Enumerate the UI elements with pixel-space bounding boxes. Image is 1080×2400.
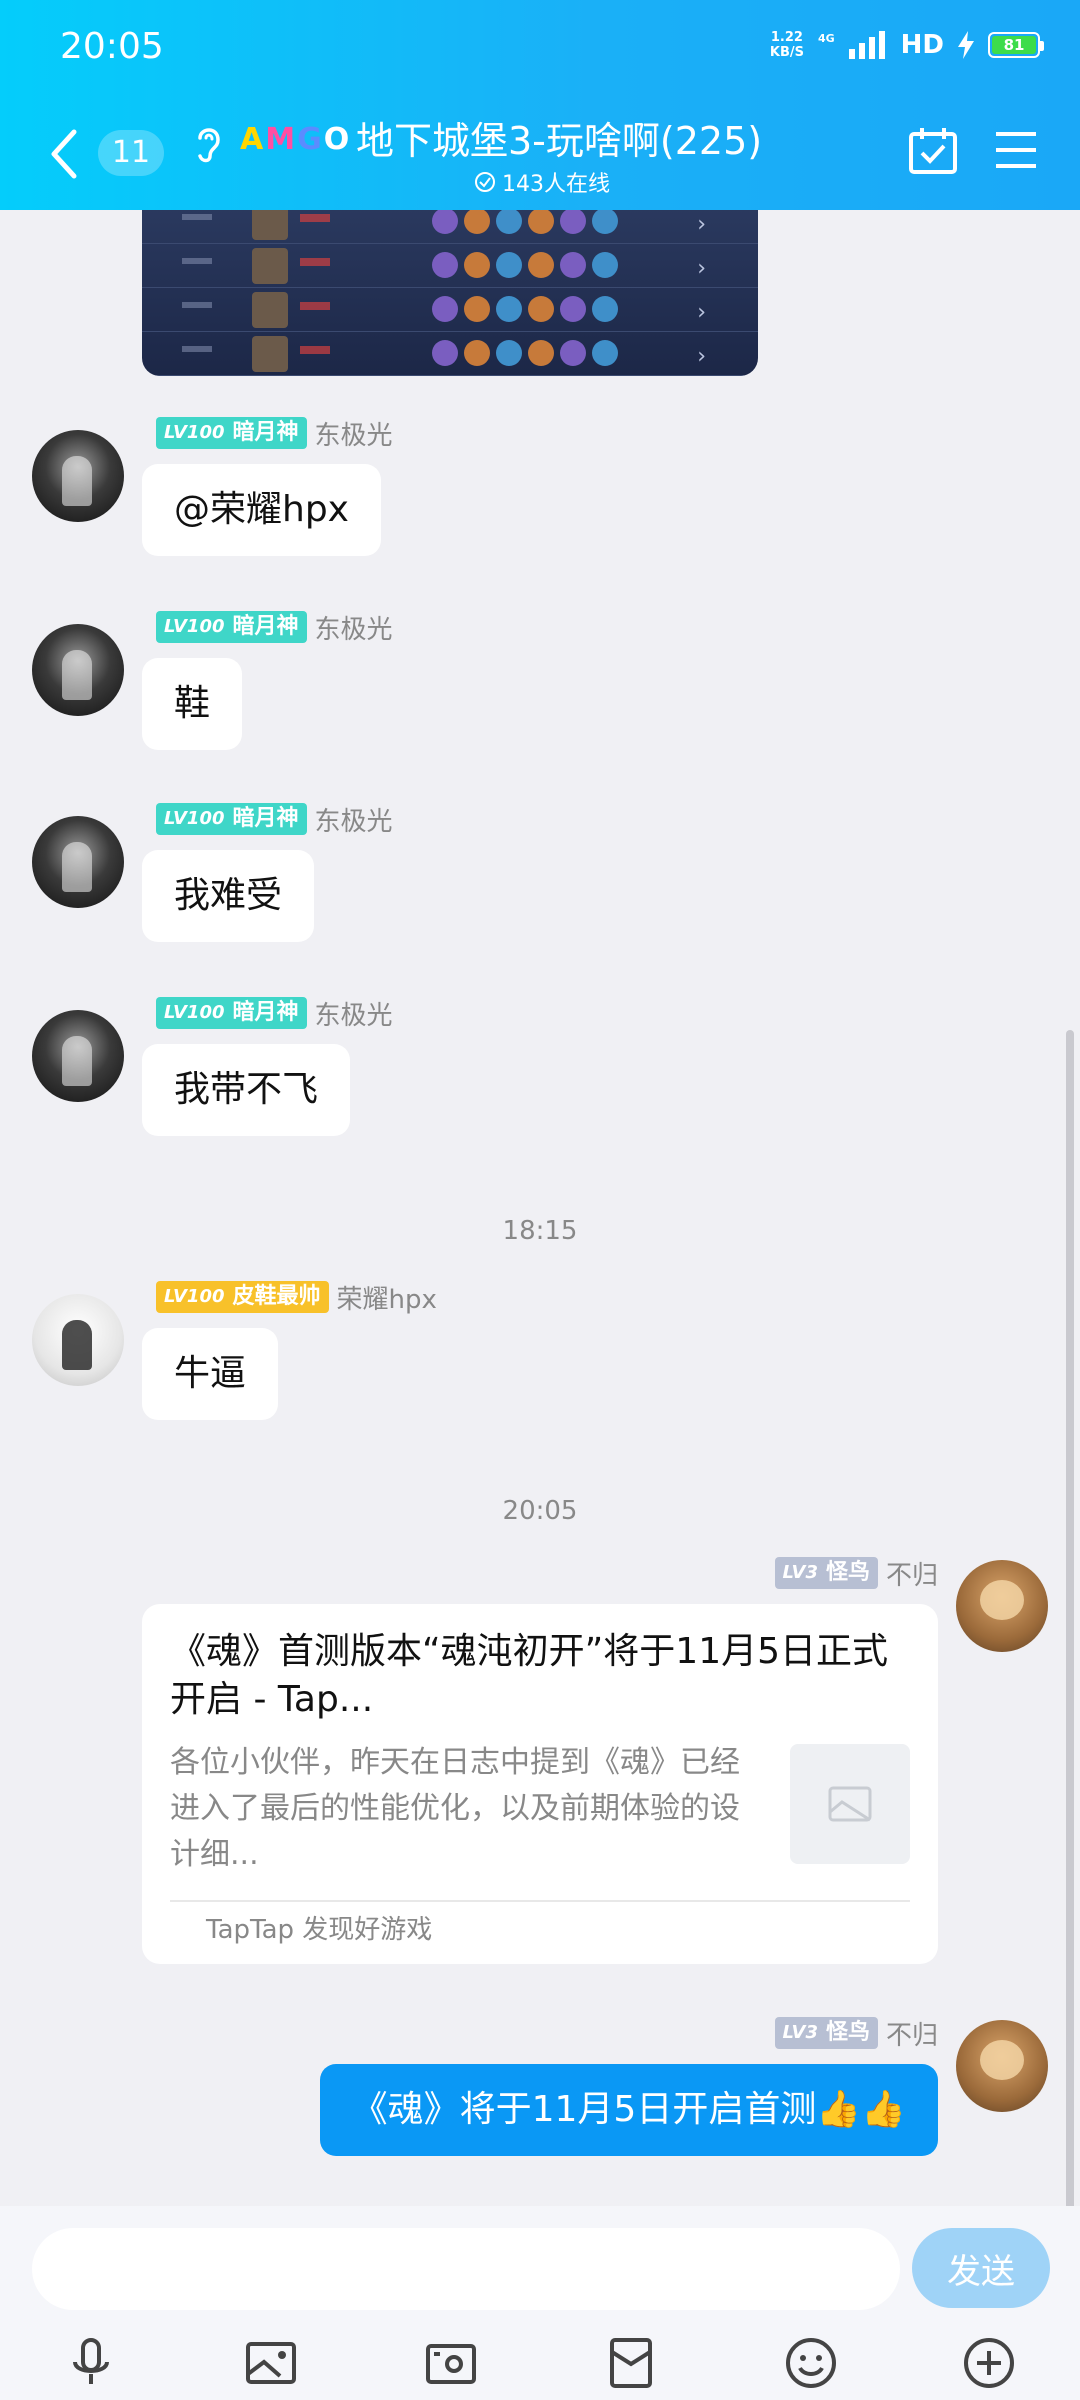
avatar[interactable] — [32, 430, 124, 522]
avatar[interactable] — [956, 1560, 1048, 1652]
divider — [170, 1900, 910, 1902]
timestamp-separator: 18:15 — [502, 1216, 578, 1246]
camera-icon[interactable] — [424, 2336, 478, 2390]
hd-indicator: HD — [900, 30, 944, 60]
input-bar: 发送 — [0, 2206, 1080, 2400]
message-input[interactable] — [32, 2228, 900, 2310]
charging-icon — [958, 31, 974, 59]
sender-meta: LV100 暗月神 东极光 — [156, 995, 393, 1032]
avatar[interactable] — [32, 1294, 124, 1386]
sender-meta: LV3 怪鸟 不归 — [774, 1555, 938, 1592]
battery-icon: 81 — [988, 32, 1044, 58]
level-badge: LV100 皮鞋最帅 — [156, 1281, 329, 1313]
input-toolbar — [0, 2336, 1080, 2396]
timestamp-separator: 20:05 — [502, 1496, 578, 1526]
sender-name[interactable]: 东极光 — [315, 609, 393, 646]
sender-meta: LV100 暗月神 东极光 — [156, 609, 393, 646]
level-badge: LV100 暗月神 — [156, 803, 307, 835]
check-circle-icon — [475, 172, 495, 192]
ear-icon[interactable] — [190, 120, 226, 164]
shared-image-message[interactable]: › › › › — [142, 210, 758, 376]
network-type: 4G — [817, 32, 835, 45]
avatar[interactable] — [32, 816, 124, 908]
message-bubble[interactable]: 牛逼 — [142, 1328, 279, 1420]
status-time: 20:05 — [60, 26, 164, 67]
signal-icon — [848, 31, 885, 59]
microphone-icon[interactable] — [64, 2336, 118, 2390]
avatar[interactable] — [956, 2020, 1048, 2112]
link-card-source: TapTap 发现好游戏 — [206, 1915, 433, 1945]
image-icon[interactable] — [244, 2336, 298, 2390]
send-button[interactable]: 发送 — [912, 2228, 1050, 2308]
sender-meta: LV100 皮鞋最帅 荣耀hpx — [156, 1279, 437, 1316]
group-logo: A M G O — [240, 121, 350, 157]
sender-name[interactable]: 东极光 — [315, 801, 393, 838]
emoji-icon[interactable] — [784, 2336, 838, 2390]
avatar[interactable] — [32, 624, 124, 716]
chat-messages[interactable]: › › › › LV100 暗月神 东极光 @荣耀hpx LV100 暗月神 东极光… — [0, 210, 1080, 2206]
network-speed: 1.22 KB/S — [769, 30, 804, 60]
link-card-thumbnail — [790, 1744, 910, 1864]
red-packet-icon[interactable] — [604, 2336, 658, 2390]
level-badge: LV3 怪鸟 — [774, 1557, 878, 1589]
message-bubble[interactable]: 鞋 — [142, 658, 243, 750]
online-count: 143人在线 — [502, 172, 610, 197]
message-bubble[interactable]: @荣耀hpx — [142, 464, 381, 556]
sender-meta: LV3 怪鸟 不归 — [774, 2015, 938, 2052]
avatar[interactable] — [32, 1010, 124, 1102]
level-badge: LV100 暗月神 — [156, 997, 307, 1029]
sender-name[interactable]: 不归 — [886, 2015, 938, 2052]
battery-level: 81 — [992, 36, 1036, 54]
level-badge: LV100 暗月神 — [156, 417, 307, 449]
unread-count-badge[interactable]: 11 — [98, 130, 164, 176]
chat-header: 20:05 1.22 KB/S 4G HD 81 11 A M G O 地下城堡… — [0, 0, 1080, 210]
link-card[interactable]: 《魂》首测版本“魂沌初开”将于11月5日正式开启 - Tap... 各位小伙伴，… — [142, 1604, 938, 1964]
online-status: 143人在线 — [474, 166, 610, 198]
plus-icon[interactable] — [962, 2336, 1016, 2390]
sender-name[interactable]: 荣耀hpx — [337, 1279, 437, 1316]
message-bubble[interactable]: 我带不飞 — [142, 1044, 351, 1136]
scrollbar[interactable] — [1066, 1030, 1074, 2206]
sender-name[interactable]: 东极光 — [315, 415, 393, 452]
level-badge: LV100 暗月神 — [156, 611, 307, 643]
calendar-check-icon[interactable] — [908, 126, 958, 176]
link-card-description: 各位小伙伴，昨天在日志中提到《魂》已经进入了最后的性能优化，以及前期体验的设计细… — [170, 1745, 740, 1872]
message-bubble[interactable]: 我难受 — [142, 850, 315, 942]
status-icons: 1.22 KB/S 4G HD 81 — [769, 30, 1044, 60]
sender-name[interactable]: 不归 — [886, 1555, 938, 1592]
link-card-title: 《魂》首测版本“魂沌初开”将于11月5日正式开启 - Tap... — [170, 1631, 889, 1720]
sender-meta: LV100 暗月神 东极光 — [156, 801, 393, 838]
image-placeholder-icon — [828, 1786, 872, 1822]
sender-meta: LV100 暗月神 东极光 — [156, 415, 393, 452]
message-bubble[interactable]: 《魂》将于11月5日开启首测👍👍 — [319, 2064, 938, 2156]
level-badge: LV3 怪鸟 — [774, 2017, 878, 2049]
sender-name[interactable]: 东极光 — [315, 995, 393, 1032]
back-arrow-icon[interactable] — [44, 124, 84, 184]
menu-icon[interactable] — [994, 128, 1038, 172]
group-title[interactable]: 地下城堡3-玩啥啊(225) — [356, 110, 762, 165]
